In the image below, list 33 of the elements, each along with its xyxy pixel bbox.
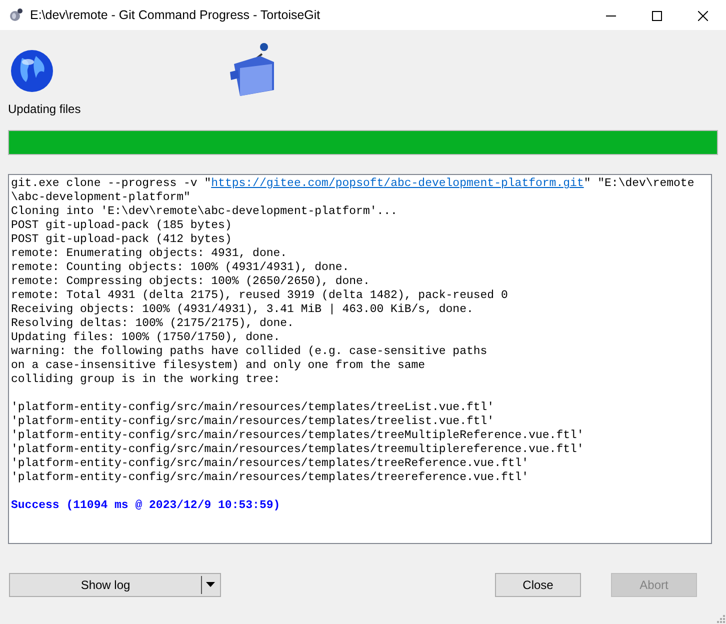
- log-line: remote: Counting objects: 100% (4931/4931), done.: [11, 261, 350, 274]
- log-line: 'platform-entity-config/src/main/resources/templates/treereference.vue.ftl': [11, 471, 529, 484]
- log-line: 'platform-entity-config/src/main/resources/templates/treeReference.vue.ftl': [11, 457, 529, 470]
- log-line: 'platform-entity-config/src/main/resources/templates/treeMultipleReference.vue.ftl': [11, 429, 584, 442]
- log-line: git.exe clone --progress -v ": [11, 177, 212, 190]
- dialog-button[interactable]: Close: [495, 573, 581, 597]
- app-icon: [8, 7, 24, 23]
- log-line: warning: the following paths have collided (e.g. case-sensitive paths: [11, 345, 488, 358]
- dialog-button: Abort: [611, 573, 697, 597]
- log-line: Updating files: 100% (1750/1750), done.: [11, 331, 280, 344]
- log-line: 'platform-entity-config/src/main/resources/templates/treeList.vue.ftl': [11, 401, 494, 414]
- close-icon[interactable]: [698, 10, 708, 21]
- log-line: POST git-upload-pack (185 bytes): [11, 219, 232, 232]
- success-message: Success (11094 ms @ 2023/12/9 10:53:59): [11, 499, 280, 512]
- window-title: E:\dev\remote - Git Command Progress - TortoiseGit: [30, 6, 322, 24]
- status-text: Updating files: [8, 102, 82, 116]
- show-log-button[interactable]: Show log: [9, 573, 221, 597]
- log-line: \abc-development-platform": [11, 191, 190, 204]
- log-line: 'platform-entity-config/src/main/resources/templates/treelist.vue.ftl': [11, 415, 494, 428]
- maximize-icon[interactable]: [652, 10, 662, 21]
- url-link[interactable]: https://gitee.com/popsoft/abc-development-platform.git: [211, 177, 584, 190]
- log-line: on a case-insensitive filesystem) and only one from the same: [11, 359, 426, 372]
- log-line: remote: Enumerating objects: 4931, done.: [11, 247, 288, 260]
- log-line: " "E:\dev\remote: [584, 177, 694, 190]
- log-line: POST git-upload-pack (412 bytes): [11, 233, 232, 246]
- log-line: colliding group is in the working tree:: [11, 373, 280, 386]
- log-line: Resolving deltas: 100% (2175/2175), done.: [11, 317, 294, 330]
- log-line: Receiving objects: 100% (4931/4931), 3.41 MiB | 463.00 KiB/s, done.: [11, 303, 474, 316]
- log-line: remote: Total 4931 (delta 2175), reused 3919 (delta 1482), pack-reused 0: [11, 289, 508, 302]
- log-line: 'platform-entity-config/src/main/resources/templates/treemultiplereference.vue.ftl': [11, 443, 584, 456]
- log-line: remote: Compressing objects: 100% (2650/2650), done.: [11, 275, 370, 288]
- resize-grip-icon[interactable]: [715, 613, 725, 623]
- log-line: Cloning into 'E:\dev\remote\abc-development-platform'...: [11, 205, 398, 218]
